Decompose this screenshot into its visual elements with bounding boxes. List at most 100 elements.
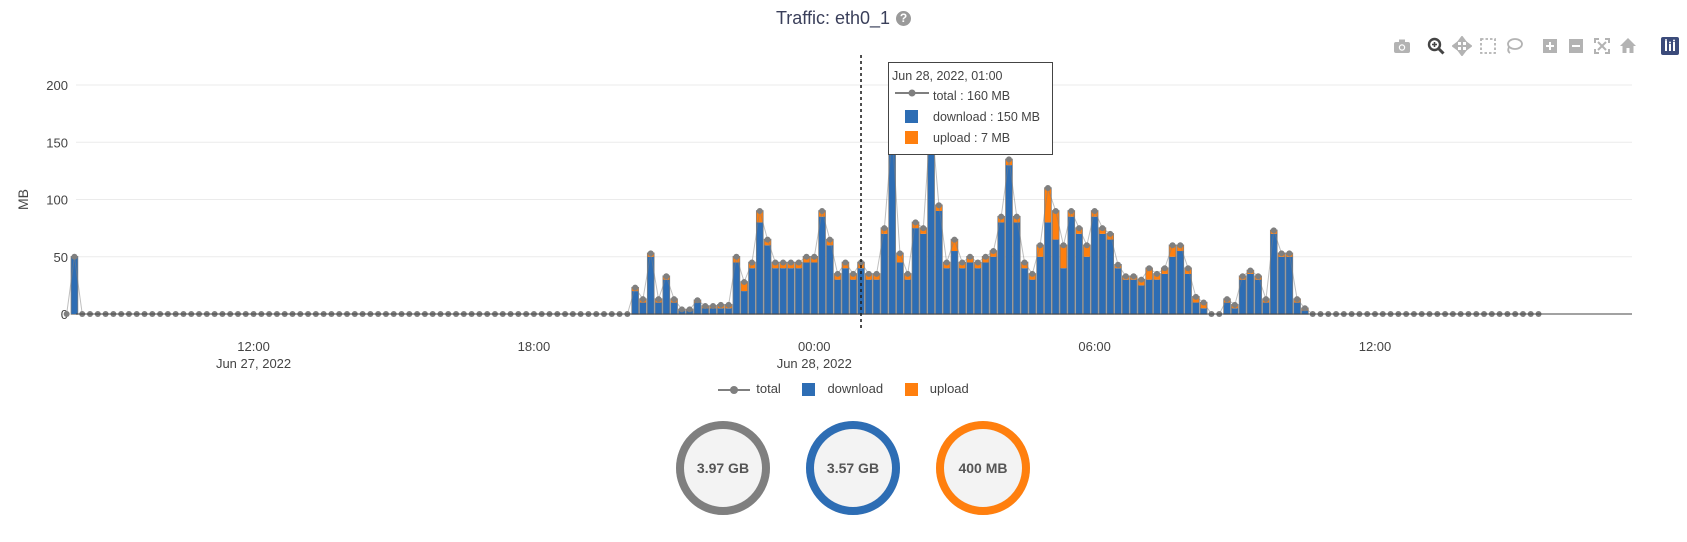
total-point[interactable] (1091, 207, 1098, 214)
bar-download[interactable] (1091, 216, 1098, 314)
bar-download[interactable] (702, 308, 709, 314)
total-point[interactable] (873, 270, 880, 277)
bar-download[interactable] (1223, 302, 1231, 314)
bar-download[interactable] (998, 222, 1005, 314)
legend-item-upload[interactable]: upload (904, 381, 969, 397)
bar-download[interactable] (881, 233, 888, 314)
total-point[interactable] (896, 250, 903, 257)
total-point[interactable] (710, 302, 717, 309)
bar-download[interactable] (655, 302, 662, 314)
bar-download[interactable] (819, 216, 826, 314)
total-point[interactable] (678, 306, 685, 313)
total-point[interactable] (63, 311, 70, 317)
total-point[interactable] (943, 259, 950, 266)
bar-download[interactable] (741, 291, 748, 314)
total-point[interactable] (850, 270, 857, 277)
bar-download[interactable] (842, 268, 849, 314)
bar-download[interactable] (1122, 279, 1129, 314)
bar-download[interactable] (639, 302, 646, 314)
total-point[interactable] (951, 236, 958, 243)
total-point[interactable] (1161, 265, 1168, 272)
total-point[interactable] (764, 236, 771, 243)
bar-download[interactable] (787, 268, 794, 314)
bar-download[interactable] (951, 251, 958, 314)
bar-download[interactable] (1037, 256, 1044, 314)
bar-download[interactable] (663, 279, 670, 314)
bar-download[interactable] (959, 268, 966, 314)
total-point[interactable] (1169, 242, 1176, 249)
total-point[interactable] (881, 225, 888, 232)
total-point[interactable] (834, 270, 841, 277)
total-point[interactable] (725, 301, 732, 308)
bar-download[interactable] (1278, 256, 1285, 314)
bar-download[interactable] (990, 256, 997, 314)
total-point[interactable] (1231, 301, 1238, 308)
total-point[interactable] (920, 225, 927, 232)
bar-download[interactable] (725, 308, 732, 314)
bar-download[interactable] (1029, 279, 1036, 314)
total-point[interactable] (647, 250, 654, 257)
bar-download[interactable] (1153, 279, 1160, 314)
bar-download[interactable] (1262, 302, 1270, 314)
total-point[interactable] (686, 306, 693, 313)
bar-download[interactable] (1231, 308, 1238, 314)
bar-download[interactable] (1052, 239, 1059, 314)
bar-download[interactable] (1294, 302, 1301, 314)
total-point[interactable] (795, 259, 802, 266)
total-point[interactable] (694, 297, 701, 304)
bar-download[interactable] (1185, 273, 1192, 314)
bar-download[interactable] (1005, 165, 1013, 314)
total-point[interactable] (1029, 270, 1036, 277)
bar-upload[interactable] (1052, 210, 1059, 240)
total-point[interactable] (1255, 273, 1262, 280)
bar-download[interactable] (1255, 279, 1262, 314)
bar-download[interactable] (865, 279, 872, 314)
total-point[interactable] (671, 296, 678, 303)
total-point[interactable] (1037, 242, 1044, 249)
total-point[interactable] (1200, 299, 1207, 306)
total-point[interactable] (741, 278, 748, 285)
total-point[interactable] (1052, 207, 1059, 214)
bar-download[interactable] (748, 268, 756, 314)
total-point[interactable] (733, 253, 740, 260)
total-point[interactable] (1270, 227, 1277, 234)
bar-download[interactable] (1200, 308, 1207, 314)
bar-download[interactable] (717, 308, 724, 314)
total-point[interactable] (1122, 273, 1129, 280)
total-point[interactable] (748, 259, 755, 266)
bars-layer[interactable] (70, 112, 1309, 315)
bar-download[interactable] (896, 262, 903, 314)
bar-download[interactable] (671, 302, 678, 314)
bar-download[interactable] (1177, 251, 1184, 314)
bar-download[interactable] (1146, 279, 1153, 314)
total-point[interactable] (998, 213, 1005, 220)
total-point[interactable] (1115, 261, 1122, 268)
bar-download[interactable] (912, 228, 919, 314)
total-point[interactable] (772, 259, 779, 266)
total-point[interactable] (967, 253, 974, 260)
bar-download[interactable] (1060, 268, 1067, 314)
total-point[interactable] (990, 248, 997, 255)
bar-download[interactable] (1247, 273, 1254, 314)
traffic-chart[interactable]: 050100150200 MB 12:00Jun 27, 202218:0000… (0, 0, 1687, 375)
bar-download[interactable] (1130, 279, 1137, 314)
total-point[interactable] (702, 302, 709, 309)
total-point[interactable] (1107, 230, 1114, 237)
total-point[interactable] (1021, 259, 1028, 266)
total-point[interactable] (1239, 273, 1246, 280)
bar-download[interactable] (1138, 285, 1145, 314)
bar-download[interactable] (904, 279, 911, 314)
bar-download[interactable] (764, 245, 771, 314)
total-point[interactable] (1192, 293, 1199, 300)
total-point[interactable] (982, 253, 989, 260)
bar-download[interactable] (795, 268, 802, 314)
total-point[interactable] (826, 236, 833, 243)
total-point[interactable] (904, 270, 911, 277)
total-point[interactable] (1044, 185, 1051, 192)
total-point[interactable] (1083, 242, 1090, 249)
bar-download[interactable] (1107, 239, 1114, 314)
bar-download[interactable] (1068, 216, 1075, 314)
total-point[interactable] (787, 259, 794, 266)
total-point[interactable] (1153, 270, 1160, 277)
total-point[interactable] (780, 259, 787, 266)
